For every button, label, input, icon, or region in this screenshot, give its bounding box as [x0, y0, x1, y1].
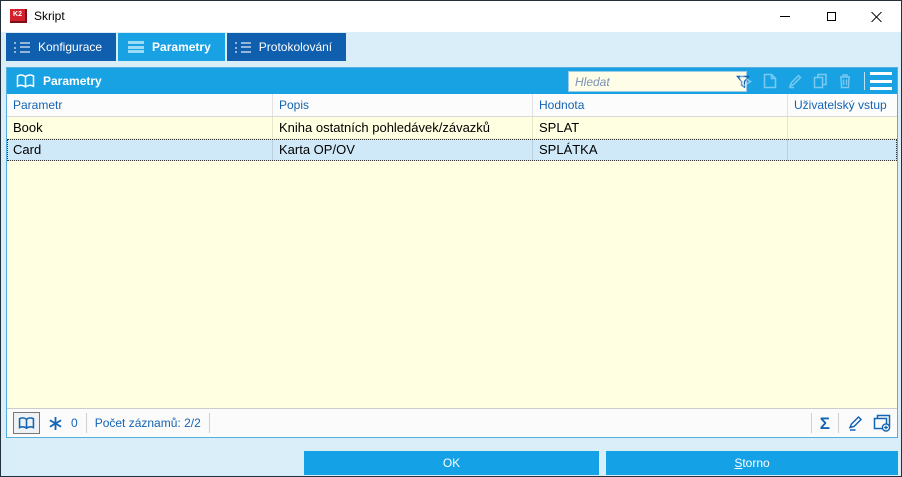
search-box [568, 71, 750, 92]
cell-parametr[interactable]: Card [7, 139, 273, 161]
maximize-icon [827, 11, 836, 21]
tab-label: Parametry [152, 40, 211, 54]
tab-konfigurace[interactable]: Konfigurace [6, 33, 117, 61]
status-right-tools: Σ [810, 413, 891, 433]
tab-protokolovani[interactable]: Protokolování [226, 33, 347, 61]
ok-button-label: OK [442, 456, 461, 470]
cell-vstup[interactable] [788, 117, 897, 138]
k2-app-icon: K2 [10, 9, 27, 23]
book-view-button[interactable] [13, 412, 40, 434]
column-hodnota[interactable]: Hodnota [533, 94, 788, 116]
edit-pencil-icon[interactable] [847, 415, 864, 432]
panel-toolbar [738, 68, 867, 94]
maximize-button[interactable] [809, 1, 854, 31]
column-uzivatelsky-vstup[interactable]: Uživatelský vstup [788, 94, 897, 116]
edit-pencil-icon[interactable] [787, 73, 803, 89]
delete-trash-icon[interactable] [838, 73, 852, 89]
close-button[interactable] [854, 1, 899, 31]
tab-label: Konfigurace [38, 40, 103, 54]
toolbar-separator [864, 72, 865, 90]
separator [810, 413, 812, 433]
skript-dialog: K2 Skript Konfigurace Parametry Protokol… [0, 0, 902, 477]
minimize-button[interactable] [762, 1, 807, 31]
list-icon [234, 41, 251, 53]
table-empty-area [7, 161, 897, 408]
new-document-icon[interactable] [763, 73, 777, 89]
list-icon [126, 41, 145, 53]
search-input[interactable] [569, 72, 736, 91]
book-icon [18, 416, 35, 429]
minimize-icon [779, 15, 790, 17]
sum-sigma-icon[interactable]: Σ [820, 415, 830, 432]
run-icon[interactable] [738, 73, 753, 89]
menu-hamburger-icon[interactable] [870, 72, 892, 90]
open-book-icon [16, 73, 35, 88]
tab-parametry[interactable]: Parametry [118, 33, 225, 61]
ok-button[interactable]: OK [304, 451, 599, 475]
cell-vstup[interactable] [788, 139, 897, 161]
column-parametr[interactable]: Parametr [7, 94, 273, 116]
record-count-label: Počet záznamů: 2/2 [94, 416, 201, 430]
window-title: Skript [34, 9, 65, 23]
storno-button-label: Storno [734, 456, 770, 470]
cell-parametr[interactable]: Book [7, 117, 273, 138]
parametry-panel: Parametry Parametr Popis Hodnota [6, 67, 898, 438]
tab-bar: Konfigurace Parametry Protokolování [6, 33, 347, 61]
cell-hodnota[interactable]: SPLÁTKA [533, 139, 788, 161]
table-column-header: Parametr Popis Hodnota Uživatelský vstup [7, 94, 897, 117]
table-row-selected[interactable]: Card Karta OP/OV SPLÁTKA [7, 139, 897, 161]
storno-button[interactable]: Storno [606, 451, 898, 475]
separator [208, 413, 210, 433]
separator [85, 413, 87, 433]
asterisk-count: 0 [71, 416, 78, 430]
close-icon [871, 11, 882, 22]
panel-title: Parametry [43, 74, 102, 88]
asterisk-icon [49, 416, 62, 430]
cell-popis[interactable]: Kniha ostatních pohledávek/závazků [273, 117, 533, 138]
panel-header: Parametry [7, 68, 897, 94]
cell-hodnota[interactable]: SPLAT [533, 117, 788, 138]
copy-icon[interactable] [813, 73, 828, 89]
add-record-icon[interactable] [872, 414, 891, 432]
column-popis[interactable]: Popis [273, 94, 533, 116]
table-row[interactable]: Book Kniha ostatních pohledávek/závazků … [7, 117, 897, 139]
status-bar: 0 Počet záznamů: 2/2 Σ [7, 408, 897, 437]
titlebar: K2 Skript [1, 1, 901, 32]
tab-label: Protokolování [258, 40, 333, 54]
cell-popis[interactable]: Karta OP/OV [273, 139, 533, 161]
list-icon [14, 41, 30, 53]
separator [838, 413, 839, 433]
